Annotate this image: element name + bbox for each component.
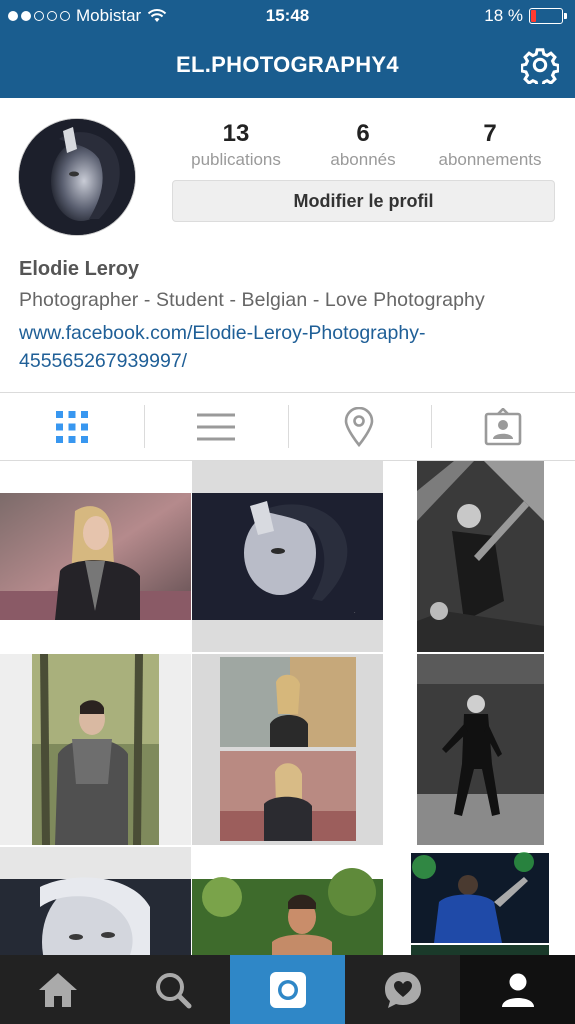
search-icon [155,972,191,1008]
tagged-person-icon [484,407,522,445]
map-view-tab[interactable] [287,393,432,460]
photo-tile[interactable] [384,847,575,955]
list-icon [196,413,235,440]
stat-following[interactable]: 7 abonnements [425,120,555,170]
profile-bio: Photographer - Student - Belgian - Love … [19,289,485,311]
battery-icon [529,8,567,24]
photo-tile[interactable] [0,654,191,845]
photo-tile[interactable] [384,461,575,652]
tagged-view-tab[interactable] [431,393,575,460]
page-title: EL.PHOTOGRAPHY4 [176,52,399,77]
avatar[interactable] [18,118,136,236]
grid-icon [55,410,88,443]
tab-search[interactable] [115,955,230,1024]
stat-label: abonnements [438,150,542,169]
list-view-tab[interactable] [143,393,288,460]
profile-name: Elodie Leroy [19,258,140,280]
photo-tile[interactable] [0,847,191,955]
profile-icon [501,973,534,1007]
stat-value: 7 [483,120,497,147]
stat-value: 6 [356,120,370,147]
top-nav-bar: EL.PHOTOGRAPHY4 [0,32,575,98]
activity-heart-icon [384,971,421,1008]
status-bar: Mobistar 15:48 18 % [0,0,575,32]
battery-percent: 18 % [484,6,523,25]
stat-label: abonnés [330,150,396,169]
stat-publications[interactable]: 13 publications [171,120,301,170]
photo-tile[interactable] [192,847,383,955]
edit-profile-button[interactable]: Modifier le profil [172,180,555,222]
camera-icon [269,971,306,1008]
battery-status: 18 % [484,6,567,26]
stat-label: publications [191,150,281,169]
view-switcher [0,392,575,461]
stat-value: 13 [222,120,250,147]
tab-profile[interactable] [460,955,575,1024]
photo-tile[interactable] [0,461,191,652]
home-icon [38,972,77,1007]
stat-followers[interactable]: 6 abonnés [298,120,428,170]
profile-website-link[interactable]: www.facebook.com/Elodie-Leroy-Photograph… [19,319,564,375]
location-pin-icon [345,406,374,447]
tab-home[interactable] [0,955,115,1024]
photo-tile[interactable] [192,654,383,845]
photo-tile[interactable]: . [192,461,383,652]
tab-activity[interactable] [345,955,460,1024]
grid-view-tab[interactable] [0,393,144,460]
photo-tile[interactable] [384,654,575,845]
bottom-tab-bar [0,955,575,1024]
photo-grid: . [0,461,575,955]
tab-camera[interactable] [230,955,345,1024]
gear-icon[interactable] [521,46,559,84]
